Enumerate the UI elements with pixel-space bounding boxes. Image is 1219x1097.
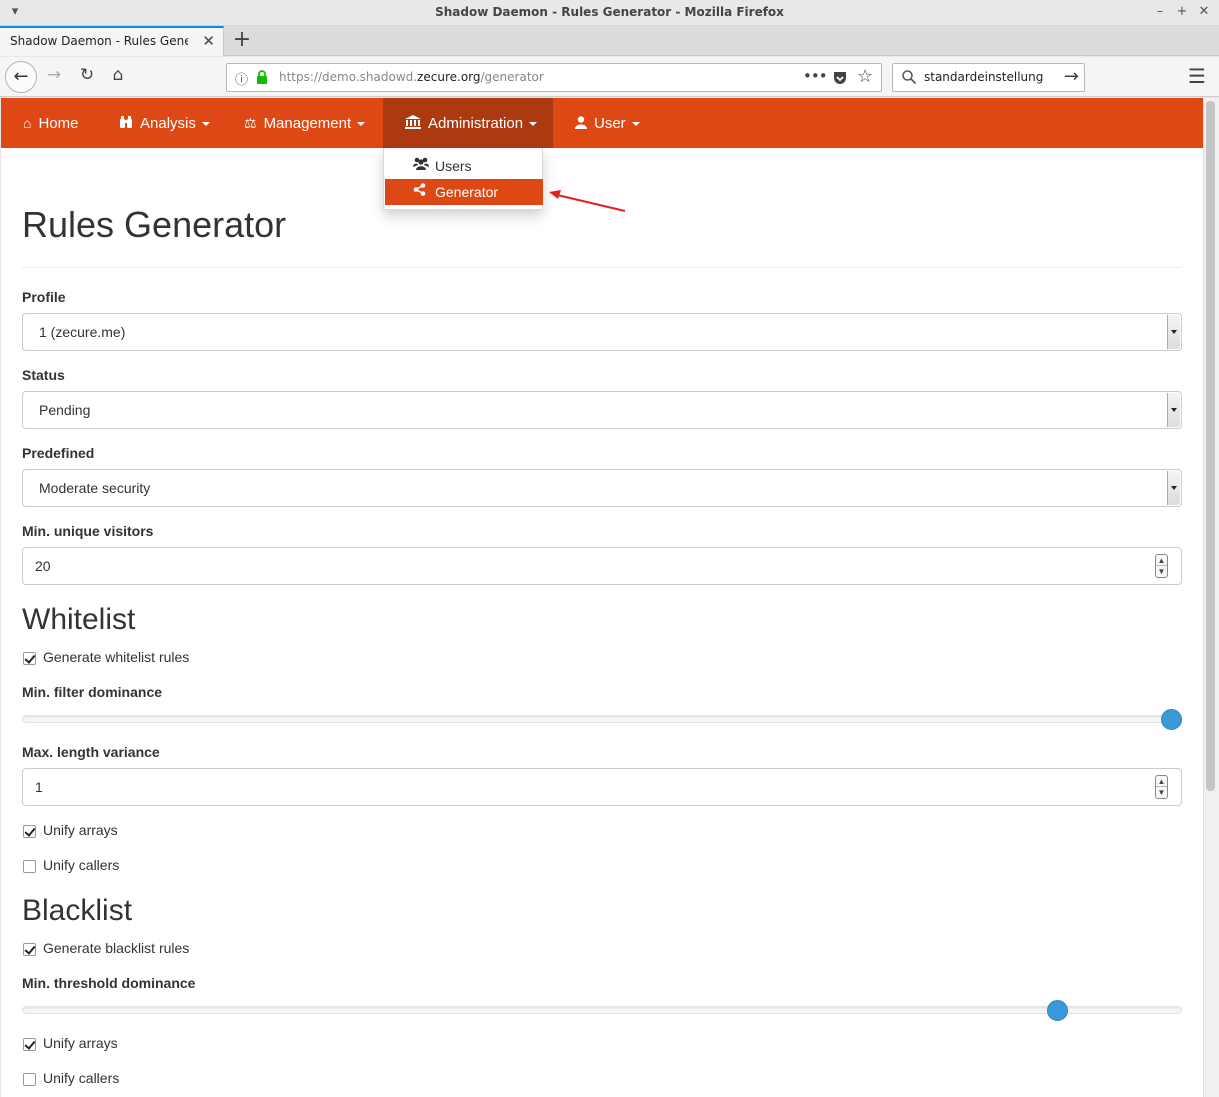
dropdown-item-generator[interactable]: Generator (385, 179, 543, 205)
bank-icon (405, 98, 421, 148)
share-icon (413, 179, 426, 205)
min-filter-dominance-label: Min. filter dominance (22, 684, 163, 700)
annotation-arrow-icon (549, 190, 626, 212)
hamburger-menu-icon[interactable]: ☰ (1188, 64, 1206, 88)
nav-administration[interactable]: Administration (383, 98, 553, 148)
reload-button[interactable]: ↻ (76, 65, 98, 85)
minimize-icon[interactable]: – (1151, 3, 1169, 21)
info-icon[interactable]: ⓘ (235, 69, 248, 88)
new-tab-icon[interactable]: + (230, 27, 254, 52)
status-select[interactable]: Pending (22, 391, 1182, 429)
checkbox[interactable] (23, 1073, 36, 1086)
home-icon: ⌂ (23, 115, 32, 131)
nav-user[interactable]: User (575, 98, 640, 148)
min-unique-visitors-input[interactable]: 20 ▲ ▼ (22, 547, 1182, 585)
lock-icon (257, 70, 267, 84)
back-button[interactable]: ← (5, 61, 37, 93)
nav-home[interactable]: ⌂ Home (23, 98, 78, 148)
page-title: Rules Generator (22, 204, 287, 245)
min-unique-visitors-label: Min. unique visitors (22, 523, 154, 539)
checkbox[interactable] (23, 652, 36, 665)
search-icon (902, 70, 917, 85)
users-icon (413, 153, 429, 179)
window-titlebar: ▾ Shadow Daemon - Rules Generator - Mozi… (0, 0, 1219, 26)
forward-button[interactable]: → (43, 65, 65, 85)
browser-tab[interactable]: Shadow Daemon - Rules Generator ✕ (0, 26, 224, 56)
min-threshold-dominance-label: Min. threshold dominance (22, 975, 196, 991)
checkbox[interactable] (23, 1038, 36, 1051)
bookmark-star-icon[interactable]: ☆ (857, 66, 873, 87)
user-icon (575, 98, 587, 148)
administration-dropdown: Users Generator (383, 148, 543, 210)
slider-handle[interactable] (1047, 1000, 1069, 1021)
balance-scale-icon: ⚖ (244, 115, 257, 131)
slider-track[interactable] (22, 1006, 1182, 1014)
profile-label: Profile (22, 289, 66, 305)
predefined-select[interactable]: Moderate security (22, 469, 1182, 507)
checkbox[interactable] (23, 943, 36, 956)
page-viewport: ⌂ Home Analysis ⚖ Management Administratio… (1, 98, 1203, 1097)
nav-analysis[interactable]: Analysis (119, 98, 210, 148)
pocket-icon[interactable] (832, 70, 848, 86)
app-navbar: ⌂ Home Analysis ⚖ Management Administratio… (1, 98, 1203, 148)
url-bar[interactable]: ⓘ https://demo.shadowd.zecure.org/genera… (226, 63, 882, 92)
checkbox[interactable] (23, 825, 36, 838)
tab-close-icon[interactable]: ✕ (202, 32, 215, 50)
chevron-down-icon (1167, 471, 1180, 505)
search-input[interactable]: standardeinstellung (924, 70, 1043, 84)
max-length-variance-input[interactable]: 1 ▲ ▼ (22, 768, 1182, 806)
slider-handle[interactable] (1161, 709, 1182, 730)
binoculars-icon (119, 98, 133, 148)
min-threshold-dominance-slider[interactable] (22, 1000, 1182, 1021)
slider-track[interactable] (22, 715, 1182, 723)
checkbox[interactable] (23, 860, 36, 873)
url-text: https://demo.shadowd.zecure.org/generato… (279, 70, 544, 84)
search-go-icon[interactable]: → (1064, 66, 1079, 87)
profile-select[interactable]: 1 (zecure.me) (22, 313, 1182, 351)
number-spinner[interactable]: ▲ ▼ (1155, 775, 1168, 799)
predefined-label: Predefined (22, 445, 95, 461)
nav-management[interactable]: ⚖ Management (244, 98, 366, 148)
window-title: Shadow Daemon - Rules Generator - Mozill… (435, 5, 784, 19)
search-bar[interactable]: standardeinstellung → (892, 63, 1085, 92)
blacklist-heading: Blacklist (22, 894, 133, 927)
tab-title: Shadow Daemon - Rules Generator (10, 34, 188, 48)
whitelist-heading: Whitelist (22, 603, 136, 636)
close-window-icon[interactable]: ✕ (1195, 3, 1213, 21)
scrollbar-thumb[interactable] (1206, 101, 1215, 791)
number-spinner[interactable]: ▲ ▼ (1155, 554, 1168, 578)
chevron-down-icon (1167, 315, 1180, 349)
home-button[interactable]: ⌂ (107, 65, 129, 85)
page-actions-icon[interactable]: ••• (803, 67, 828, 85)
dropdown-item-users[interactable]: Users (385, 153, 543, 179)
browser-toolbar: ← → ↻ ⌂ ⓘ https://demo.shadowd.zecure.or… (0, 57, 1219, 97)
title-divider (22, 267, 1182, 268)
min-filter-dominance-slider[interactable] (22, 709, 1182, 730)
maximize-icon[interactable]: + (1173, 3, 1191, 21)
chevron-down-icon (1167, 393, 1180, 427)
max-length-variance-label: Max. length variance (22, 744, 160, 760)
tab-strip: Shadow Daemon - Rules Generator ✕ + (0, 26, 1219, 56)
status-label: Status (22, 367, 65, 383)
